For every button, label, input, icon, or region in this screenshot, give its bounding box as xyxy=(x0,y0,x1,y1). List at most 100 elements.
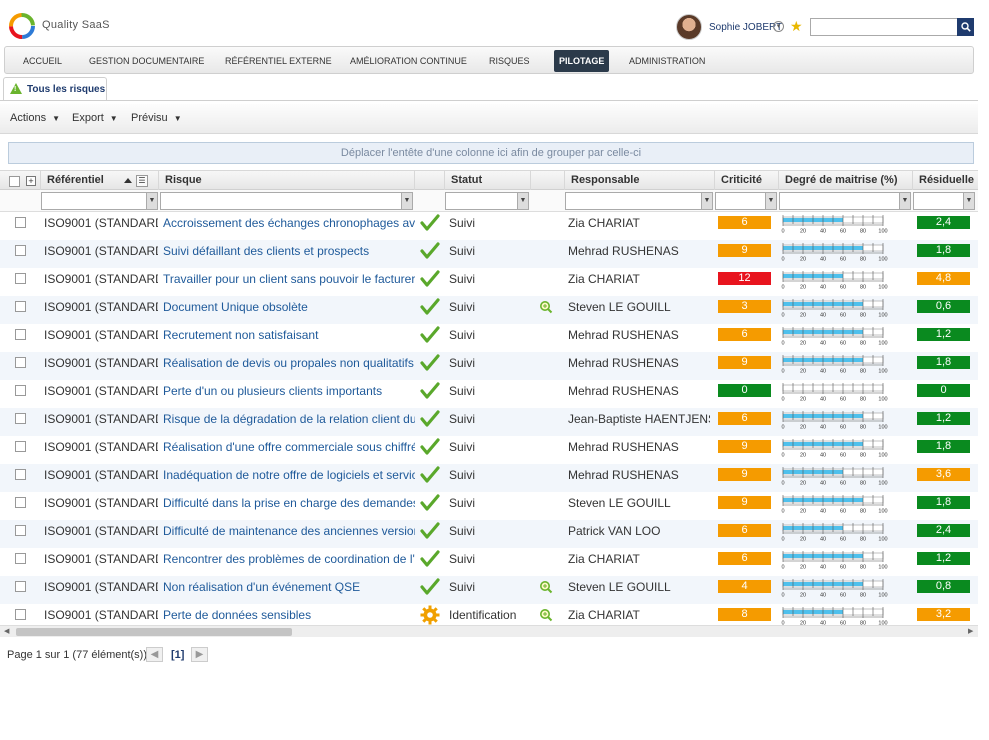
filter-icon[interactable]: ▼ xyxy=(899,193,910,209)
table-row[interactable]: ISO9001 (STANDARD Perte de données sensib… xyxy=(0,604,978,625)
filter-responsable[interactable]: ▼ xyxy=(565,192,713,210)
row-checkbox[interactable] xyxy=(15,413,26,424)
filter-icon[interactable]: ▼ xyxy=(701,193,712,209)
group-drop-zone[interactable]: Déplacer l'entête d'une colonne ici afin… xyxy=(8,142,974,164)
cell-risque-link[interactable]: Réalisation d'une offre commerciale sous… xyxy=(163,436,415,464)
current-page[interactable]: [1] xyxy=(171,649,184,661)
zoom-icon[interactable] xyxy=(539,608,553,622)
cell-risque-link[interactable]: Suivi défaillant des clients et prospect… xyxy=(163,240,415,268)
col-degre-maitrise[interactable]: Degré de maitrise (%) xyxy=(778,171,912,190)
col-risque[interactable]: Risque xyxy=(158,171,414,190)
filter-icon[interactable]: ▼ xyxy=(963,193,974,209)
filter-residuelle[interactable]: ▼ xyxy=(913,192,975,210)
row-checkbox[interactable] xyxy=(15,497,26,508)
row-checkbox[interactable] xyxy=(15,357,26,368)
filter-risque[interactable]: ▼ xyxy=(160,192,413,210)
table-row[interactable]: ISO9001 (STANDARD Difficulté de maintenan… xyxy=(0,520,978,548)
row-checkbox[interactable] xyxy=(15,525,26,536)
scroll-right-icon[interactable]: ▶ xyxy=(968,626,973,638)
tab-tous-les-risques[interactable]: ! Tous les risques xyxy=(3,77,107,101)
star-icon[interactable]: ★ xyxy=(790,18,803,35)
table-row[interactable]: ISO9001 (STANDARD Suivi défaillant des cl… xyxy=(0,240,978,268)
col-statut[interactable]: Statut xyxy=(444,171,530,190)
prev-page-button[interactable]: ◀ xyxy=(146,647,163,662)
cell-risque-link[interactable]: Accroissement des échanges chronophages … xyxy=(163,212,415,240)
zoom-icon[interactable] xyxy=(539,300,553,314)
table-row[interactable]: ISO9001 (STANDARD Risque de la dégradatio… xyxy=(0,408,978,436)
filter-icon[interactable]: ▼ xyxy=(517,193,528,209)
table-row[interactable]: ISO9001 (STANDARD Réalisation de devis ou… xyxy=(0,352,978,380)
cell-risque-link[interactable]: Réalisation de devis ou propales non qua… xyxy=(163,352,415,380)
col-responsable[interactable]: Responsable xyxy=(564,171,714,190)
row-checkbox[interactable] xyxy=(15,273,26,284)
nav-referentiel-externe[interactable]: RÉFÉRENTIEL EXTERNE xyxy=(225,47,332,75)
filter-criticite[interactable]: ▼ xyxy=(715,192,777,210)
row-checkbox[interactable] xyxy=(15,609,26,620)
filter-icon[interactable]: ▼ xyxy=(146,193,157,209)
cell-risque-link[interactable]: Document Unique obsolète xyxy=(163,296,415,324)
cell-risque-link[interactable]: Recrutement non satisfaisant xyxy=(163,324,415,352)
filter-icon[interactable]: ▼ xyxy=(401,193,412,209)
nav-administration[interactable]: ADMINISTRATION xyxy=(629,47,705,75)
nav-amelioration-continue[interactable]: AMÉLIORATION CONTINUE xyxy=(350,47,467,75)
col-criticite[interactable]: Criticité xyxy=(714,171,778,190)
cell-risque-link[interactable]: Perte d'un ou plusieurs clients importan… xyxy=(163,380,415,408)
col-status-icon[interactable] xyxy=(414,171,444,190)
cell-risque-link[interactable]: Difficulté de maintenance des anciennes … xyxy=(163,520,415,548)
table-row[interactable]: ISO9001 (STANDARD Accroissement des échan… xyxy=(0,212,978,240)
scroll-left-icon[interactable]: ◀ xyxy=(4,626,9,638)
filter-referentiel[interactable]: ▼ xyxy=(41,192,158,210)
row-checkbox[interactable] xyxy=(15,217,26,228)
next-page-button[interactable]: ▶ xyxy=(191,647,208,662)
search-button[interactable] xyxy=(957,18,974,36)
horizontal-scrollbar[interactable]: ◀ ▶ xyxy=(0,625,978,637)
user-name[interactable]: Sophie JOBERT xyxy=(709,22,782,33)
zoom-icon[interactable] xyxy=(539,580,553,594)
criticite-badge: 12 xyxy=(718,272,771,285)
search-input[interactable] xyxy=(810,18,958,36)
table-row[interactable]: ISO9001 (STANDARD Réalisation d'une offre… xyxy=(0,436,978,464)
sort-asc-icon[interactable] xyxy=(124,178,132,183)
col-zoom[interactable] xyxy=(530,171,564,190)
cell-risque-link[interactable]: Rencontrer des problèmes de coordination… xyxy=(163,548,415,576)
cell-risque-link[interactable]: Non réalisation d'un événement QSE xyxy=(163,576,415,604)
avatar[interactable] xyxy=(676,14,702,40)
table-row[interactable]: ISO9001 (STANDARD Travailler pour un clie… xyxy=(0,268,978,296)
nav-accueil[interactable]: ACCUEIL xyxy=(23,47,62,75)
cell-risque-link[interactable]: Risque de la dégradation de la relation … xyxy=(163,408,415,436)
table-row[interactable]: ISO9001 (STANDARD Recrutement non satisfa… xyxy=(0,324,978,352)
cell-risque-link[interactable]: Inadéquation de notre offre de logiciels… xyxy=(163,464,415,492)
cell-risque-link[interactable]: Difficulté dans la prise en charge des d… xyxy=(163,492,415,520)
row-checkbox[interactable] xyxy=(15,553,26,564)
cell-risque-link[interactable]: Travailler pour un client sans pouvoir l… xyxy=(163,268,415,296)
row-checkbox[interactable] xyxy=(15,245,26,256)
scroll-thumb[interactable] xyxy=(16,628,292,636)
table-row[interactable]: ISO9001 (STANDARD Non réalisation d'un év… xyxy=(0,576,978,604)
filter-icon[interactable]: ▼ xyxy=(765,193,776,209)
actions-menu[interactable]: Actions ▼ xyxy=(10,112,60,124)
filter-degre-maitrise[interactable]: ▼ xyxy=(779,192,911,210)
nav-pilotage[interactable]: PILOTAGE xyxy=(554,50,610,72)
row-checkbox[interactable] xyxy=(15,581,26,592)
row-checkbox[interactable] xyxy=(15,441,26,452)
nav-risques[interactable]: RISQUES xyxy=(489,47,530,75)
row-checkbox[interactable] xyxy=(15,301,26,312)
nav-gestion-documentaire[interactable]: GESTION DOCUMENTAIRE xyxy=(89,47,204,75)
row-checkbox[interactable] xyxy=(15,469,26,480)
col-residuelle[interactable]: Résiduelle xyxy=(912,171,978,190)
filter-statut[interactable]: ▼ xyxy=(445,192,529,210)
cell-risque-link[interactable]: Perte de données sensibles xyxy=(163,604,415,625)
table-row[interactable]: ISO9001 (STANDARD Document Unique obsolèt… xyxy=(0,296,978,324)
chevron-down-icon[interactable]: ▾ xyxy=(773,21,784,32)
preview-menu[interactable]: Prévisu ▼ xyxy=(131,112,182,124)
table-row[interactable]: ISO9001 (STANDARD Rencontrer des problème… xyxy=(0,548,978,576)
table-row[interactable]: ISO9001 (STANDARD Inadéquation de notre o… xyxy=(0,464,978,492)
row-checkbox[interactable] xyxy=(15,385,26,396)
expand-all-icon[interactable]: + xyxy=(26,176,36,186)
export-menu[interactable]: Export ▼ xyxy=(72,112,118,124)
table-row[interactable]: ISO9001 (STANDARD Difficulté dans la pris… xyxy=(0,492,978,520)
table-row[interactable]: ISO9001 (STANDARD Perte d'un ou plusieurs… xyxy=(0,380,978,408)
column-menu-icon[interactable]: ☰ xyxy=(136,175,148,187)
select-all-checkbox[interactable] xyxy=(9,176,20,187)
row-checkbox[interactable] xyxy=(15,329,26,340)
